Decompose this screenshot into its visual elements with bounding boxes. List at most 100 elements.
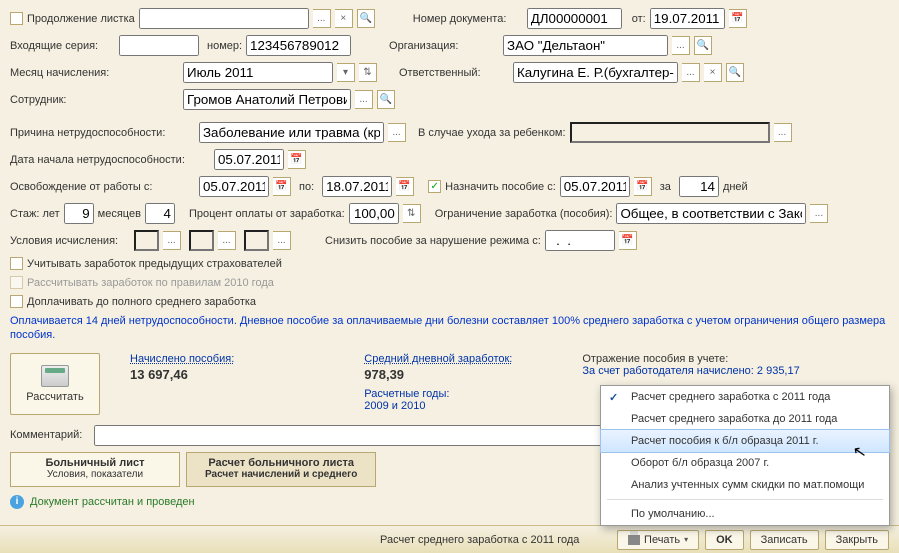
dots-icon[interactable]: ...: [313, 9, 331, 28]
in-series-input[interactable]: [119, 35, 199, 56]
doc-no-input[interactable]: [527, 8, 622, 29]
calculate-button[interactable]: Рассчитать: [10, 353, 100, 415]
menu-item-analysis[interactable]: Анализ учтенных сумм скидки по мат.помощ…: [601, 474, 889, 496]
in-no-input[interactable]: [246, 35, 351, 56]
calendar-icon[interactable]: 📅: [288, 150, 306, 169]
calendar-icon[interactable]: 📅: [273, 177, 291, 196]
assign-checkbox[interactable]: ✓: [428, 180, 441, 193]
dots-icon[interactable]: ...: [163, 231, 181, 250]
org-input[interactable]: [503, 35, 668, 56]
print-button[interactable]: Печать ▾: [617, 530, 699, 550]
spin-icon[interactable]: ⇅: [359, 63, 377, 82]
dots-icon[interactable]: ...: [273, 231, 291, 250]
info-icon: i: [10, 495, 24, 509]
menu-separator: [607, 499, 883, 500]
to-label: по:: [299, 181, 314, 193]
resp-input[interactable]: [513, 62, 678, 83]
dropdown-icon[interactable]: ▾: [337, 63, 355, 82]
prev-insurers-label: Учитывать заработок предыдущих страховат…: [27, 258, 282, 270]
tab-sublabel: Условия, показатели: [29, 469, 161, 480]
free-from-input[interactable]: [199, 176, 269, 197]
rules-2010-label: Рассчитывать заработок по правилам 2010 …: [27, 277, 274, 289]
printer-icon: [628, 535, 640, 545]
dots-icon[interactable]: ...: [682, 63, 700, 82]
month-label: Месяц начисления:: [10, 67, 115, 79]
clear-icon[interactable]: ×: [704, 63, 722, 82]
search-icon[interactable]: 🔍: [726, 63, 744, 82]
from-label: от:: [632, 13, 646, 25]
print-menu: ✓ Расчет среднего заработка с 2011 года …: [600, 385, 890, 526]
save-button[interactable]: Записать: [750, 530, 819, 550]
ok-button[interactable]: OK: [705, 530, 744, 550]
month-input[interactable]: [183, 62, 333, 83]
childcare-label: В случае ухода за ребенком:: [418, 127, 566, 139]
full-avg-checkbox[interactable]: [10, 295, 23, 308]
start-input[interactable]: [214, 149, 284, 170]
close-button[interactable]: Закрыть: [825, 530, 889, 550]
days-input[interactable]: [679, 176, 719, 197]
dots-icon[interactable]: ...: [388, 123, 406, 142]
clear-icon[interactable]: ×: [335, 9, 353, 28]
reason-input[interactable]: [199, 122, 384, 143]
menu-item-avg-2011[interactable]: ✓ Расчет среднего заработка с 2011 года: [601, 386, 889, 408]
info-text: Оплачивается 14 дней нетрудоспособности.…: [10, 314, 889, 343]
avg-header[interactable]: Средний дневной заработок:: [364, 353, 512, 365]
search-icon[interactable]: 🔍: [694, 36, 712, 55]
in-no-label: номер:: [207, 40, 242, 52]
full-avg-label: Доплачивать до полного среднего заработк…: [27, 296, 256, 308]
free-to-input[interactable]: [322, 176, 392, 197]
cond-input-1[interactable]: [134, 230, 159, 251]
emp-input[interactable]: [183, 89, 351, 110]
tab-sublabel: Расчет начислений и среднего: [205, 469, 357, 480]
cond-label: Условия исчисления:: [10, 235, 130, 247]
calendar-icon[interactable]: 📅: [729, 9, 747, 28]
dots-icon[interactable]: ...: [672, 36, 690, 55]
menu-item-turnover-2007[interactable]: Оборот б/л образца 2007 г.: [601, 452, 889, 474]
current-print-label: Расчет среднего заработка с 2011 года: [380, 534, 579, 546]
calendar-icon[interactable]: 📅: [396, 177, 414, 196]
comment-label: Комментарий:: [10, 429, 90, 441]
menu-item-benefit-2011[interactable]: Расчет пособия к б/л образца 2011 г.: [600, 429, 890, 453]
years-value: 2009 и 2010: [364, 400, 512, 412]
resp-label: Ответственный:: [399, 67, 509, 79]
tab-label: Больничный лист: [29, 457, 161, 469]
continuation-checkbox[interactable]: [10, 12, 23, 25]
doc-no-label: Номер документа:: [413, 13, 523, 25]
exp-years-input[interactable]: [64, 203, 94, 224]
limit-label: Ограничение заработка (пособия):: [435, 208, 613, 220]
tab-sick-leave[interactable]: Больничный лист Условия, показатели: [10, 452, 180, 487]
calendar-icon[interactable]: 📅: [619, 231, 637, 250]
search-icon[interactable]: 🔍: [377, 90, 395, 109]
menu-item-avg-before-2011[interactable]: Расчет среднего заработка до 2011 года: [601, 408, 889, 430]
cond-input-2[interactable]: [189, 230, 214, 251]
cond-input-3[interactable]: [244, 230, 269, 251]
tab-calculation[interactable]: Расчет больничного листа Расчет начислен…: [186, 452, 376, 487]
dots-icon[interactable]: ...: [810, 204, 828, 223]
reflect-header: Отражение пособия в учете:: [582, 353, 799, 365]
assign-from-input[interactable]: [560, 176, 630, 197]
in-series-label: Входящие серия:: [10, 40, 115, 52]
dots-icon[interactable]: ...: [355, 90, 373, 109]
search-icon[interactable]: 🔍: [357, 9, 375, 28]
doc-date-input[interactable]: [650, 8, 725, 29]
limit-input[interactable]: [616, 203, 806, 224]
reduce-input[interactable]: [545, 230, 615, 251]
exp-months-input[interactable]: [145, 203, 175, 224]
menu-item-default[interactable]: По умолчанию...: [601, 503, 889, 525]
spin-icon[interactable]: ⇅: [403, 204, 421, 223]
dots-icon[interactable]: ...: [774, 123, 792, 142]
continuation-input[interactable]: [139, 8, 309, 29]
days-label: дней: [723, 181, 748, 193]
accrued-header[interactable]: Начислено пособия:: [130, 353, 234, 365]
emp-label: Сотрудник:: [10, 94, 115, 106]
prev-insurers-checkbox[interactable]: [10, 257, 23, 270]
calendar-icon[interactable]: 📅: [634, 177, 652, 196]
exp-label: Стаж: лет: [10, 208, 60, 220]
for-label: за: [660, 181, 671, 193]
pay-pct-input[interactable]: [349, 203, 399, 224]
exp-months-label: месяцев: [98, 208, 141, 220]
status-text: Документ рассчитан и проведен: [30, 496, 195, 508]
calculate-button-label: Рассчитать: [26, 391, 83, 403]
tab-label: Расчет больничного листа: [205, 457, 357, 469]
dots-icon[interactable]: ...: [218, 231, 236, 250]
